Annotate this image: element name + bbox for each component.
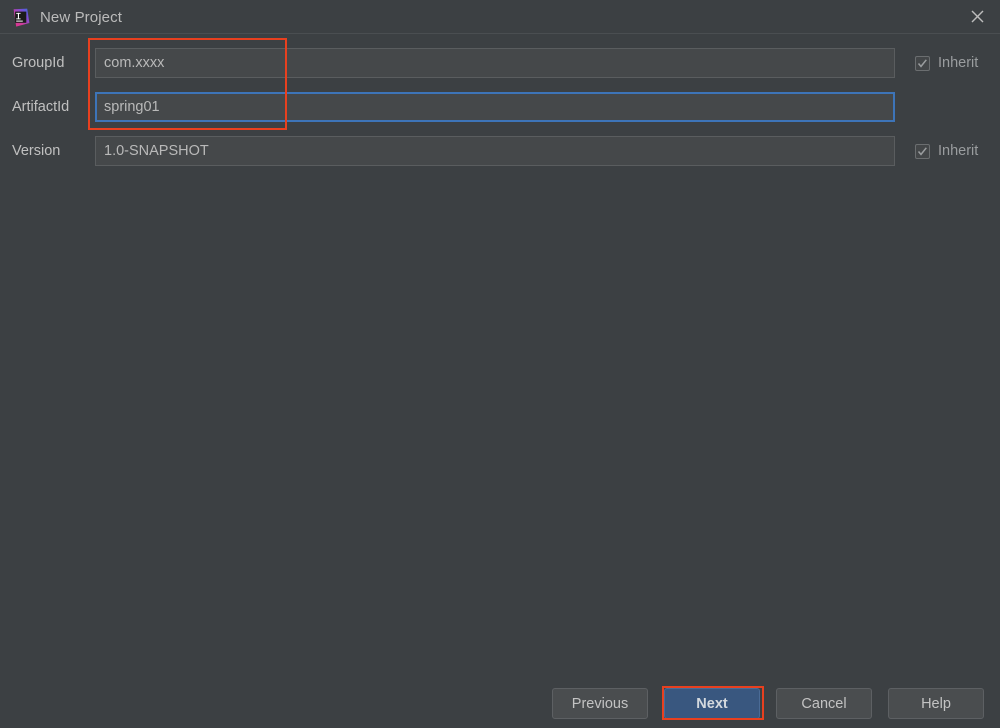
cancel-button[interactable]: Cancel xyxy=(776,688,872,719)
version-inherit-checkbox[interactable] xyxy=(915,143,930,159)
previous-button[interactable]: Previous xyxy=(552,688,648,719)
window-title: New Project xyxy=(40,9,122,26)
intellij-idea-logo-icon xyxy=(11,8,30,27)
version-input[interactable]: 1.0-SNAPSHOT xyxy=(95,136,895,166)
form-row-artifactid: ArtifactId spring01 xyxy=(0,92,1000,122)
form-row-version: Version 1.0-SNAPSHOT Inherit xyxy=(0,136,1000,166)
next-button[interactable]: Next xyxy=(664,688,760,719)
artifactid-label: ArtifactId xyxy=(12,99,70,115)
groupid-label: GroupId xyxy=(12,55,65,71)
version-inherit-label: Inherit xyxy=(938,143,979,159)
groupid-inherit-checkbox[interactable] xyxy=(915,55,930,71)
title-bar: New Project xyxy=(0,0,1000,34)
groupid-inherit-group[interactable]: Inherit xyxy=(915,48,978,78)
artifactid-input[interactable]: spring01 xyxy=(95,92,895,122)
groupid-input[interactable]: com.xxxx xyxy=(95,48,895,78)
version-inherit-group[interactable]: Inherit xyxy=(915,136,978,166)
version-label: Version xyxy=(12,143,61,159)
form-row-groupid: GroupId com.xxxx Inherit xyxy=(0,48,1000,78)
groupid-inherit-label: Inherit xyxy=(938,55,979,71)
close-icon[interactable] xyxy=(954,0,1000,33)
help-button[interactable]: Help xyxy=(888,688,984,719)
new-project-dialog: New Project GroupId com.xxxx Inherit Art… xyxy=(0,0,1000,728)
